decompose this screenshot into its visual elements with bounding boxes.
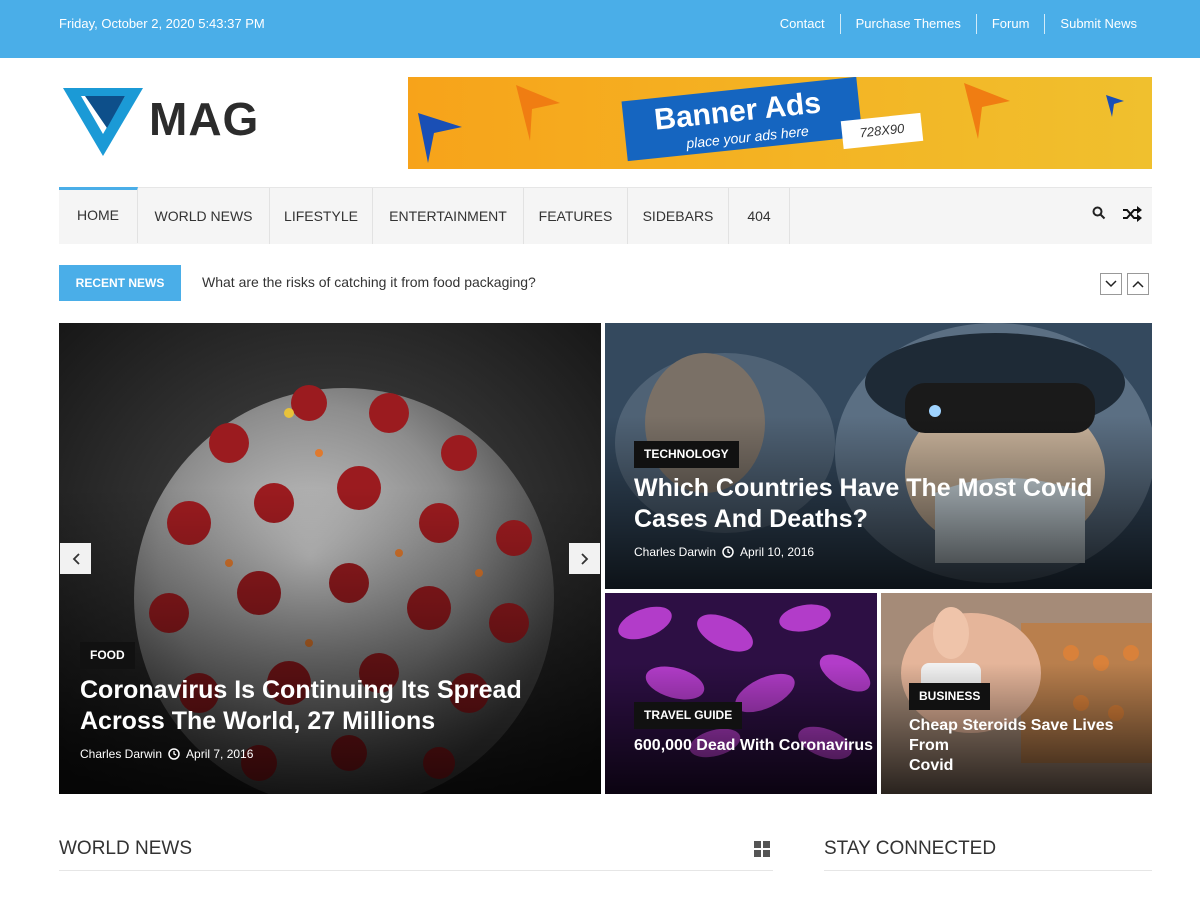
featured-post-top[interactable]: TECHNOLOGY Which Countries Have The Most… (605, 323, 1152, 589)
arrow-decoration-icon (964, 83, 1010, 139)
main-nav: HOME WORLD NEWS LIFESTYLE ENTERTAINMENT … (59, 187, 1152, 244)
nav-item-home[interactable]: HOME (59, 187, 138, 243)
nav-item-lifestyle[interactable]: LIFESTYLE (270, 188, 373, 244)
image-overlay (605, 593, 877, 794)
post-title-line: Cases And Deaths? (634, 505, 868, 534)
top-links: Contact Purchase Themes Forum Submit New… (765, 14, 1137, 34)
post-title-line: Covid (909, 757, 954, 774)
slider-next-button[interactable] (569, 543, 600, 574)
post-title[interactable]: Coronavirus Is Continuing Its Spread Acr… (80, 675, 590, 738)
arrow-decoration-icon (1106, 95, 1124, 117)
nav-item-features[interactable]: FEATURES (524, 188, 628, 244)
clock-icon (168, 748, 180, 760)
slider-prev-button[interactable] (60, 543, 91, 574)
chevron-right-icon (580, 552, 588, 565)
post-title-line: Cheap Steroids Save Lives From (909, 717, 1114, 754)
site-logo[interactable]: MAG (63, 86, 283, 158)
forum-link[interactable]: Forum (975, 14, 1045, 34)
nav-tools (1092, 206, 1142, 222)
arrow-decoration-icon (418, 113, 462, 163)
post-title[interactable]: 600,000 Dead With Coronavirus (634, 736, 874, 756)
recent-news-label: RECENT NEWS (59, 265, 181, 301)
section-divider (824, 870, 1152, 871)
post-title[interactable]: Which Countries Have The Most Covid Case… (634, 473, 1144, 536)
post-date: April 10, 2016 (740, 545, 815, 559)
post-title[interactable]: Cheap Steroids Save Lives From Covid (909, 716, 1149, 776)
top-bar: Friday, October 2, 2020 5:43:37 PM Conta… (0, 0, 1200, 58)
nav-item-404[interactable]: 404 (729, 188, 790, 244)
ticker-up-button[interactable] (1127, 273, 1149, 295)
section-divider (59, 870, 773, 871)
banner-ad[interactable]: Banner Ads place your ads here 728X90 (408, 77, 1152, 169)
chevron-up-icon (1132, 280, 1144, 288)
post-title-line: Across The World, 27 Millions (80, 707, 436, 736)
stay-connected-heading: STAY CONNECTED (824, 838, 997, 859)
nav-item-sidebars[interactable]: SIDEBARS (628, 188, 729, 244)
world-news-heading: WORLD NEWS (59, 838, 192, 859)
category-badge[interactable]: TRAVEL GUIDE (634, 702, 743, 729)
featured-post-bottom-left[interactable]: TRAVEL GUIDE 600,000 Dead With Coronavir… (605, 593, 877, 794)
post-author[interactable]: Charles Darwin (634, 545, 716, 559)
chevron-left-icon (72, 552, 80, 565)
post-meta: Charles Darwin April 7, 2016 (80, 747, 253, 761)
logo-text: MAG (149, 93, 260, 145)
purchase-themes-link[interactable]: Purchase Themes (839, 14, 976, 34)
post-author[interactable]: Charles Darwin (80, 747, 162, 761)
current-datetime: Friday, October 2, 2020 5:43:37 PM (59, 16, 265, 31)
search-icon[interactable] (1092, 206, 1106, 220)
category-badge[interactable]: FOOD (80, 642, 135, 669)
ticker-down-button[interactable] (1100, 273, 1122, 295)
chevron-down-icon (1105, 280, 1117, 288)
nav-item-world-news[interactable]: WORLD NEWS (138, 188, 270, 244)
post-title-line: Coronavirus Is Continuing Its Spread (80, 676, 522, 704)
post-meta: Charles Darwin April 10, 2016 (634, 545, 814, 559)
nav-item-entertainment[interactable]: ENTERTAINMENT (373, 188, 524, 244)
recent-news-headline[interactable]: What are the risks of catching it from f… (202, 274, 536, 290)
logo-mark-icon (63, 88, 143, 156)
contact-link[interactable]: Contact (765, 14, 840, 34)
post-date: April 7, 2016 (186, 747, 254, 761)
featured-post-bottom-right[interactable]: BUSINESS Cheap Steroids Save Lives From … (881, 593, 1152, 794)
featured-main-post[interactable]: FOOD Coronavirus Is Continuing Its Sprea… (59, 323, 601, 794)
submit-news-link[interactable]: Submit News (1044, 14, 1137, 34)
post-title-line: Which Countries Have The Most Covid (634, 474, 1093, 502)
category-badge[interactable]: TECHNOLOGY (634, 441, 739, 468)
shuffle-icon[interactable] (1122, 206, 1142, 222)
clock-icon (722, 546, 734, 558)
category-badge[interactable]: BUSINESS (909, 683, 991, 710)
arrow-decoration-icon (516, 85, 560, 141)
grid-view-icon[interactable] (754, 841, 770, 857)
